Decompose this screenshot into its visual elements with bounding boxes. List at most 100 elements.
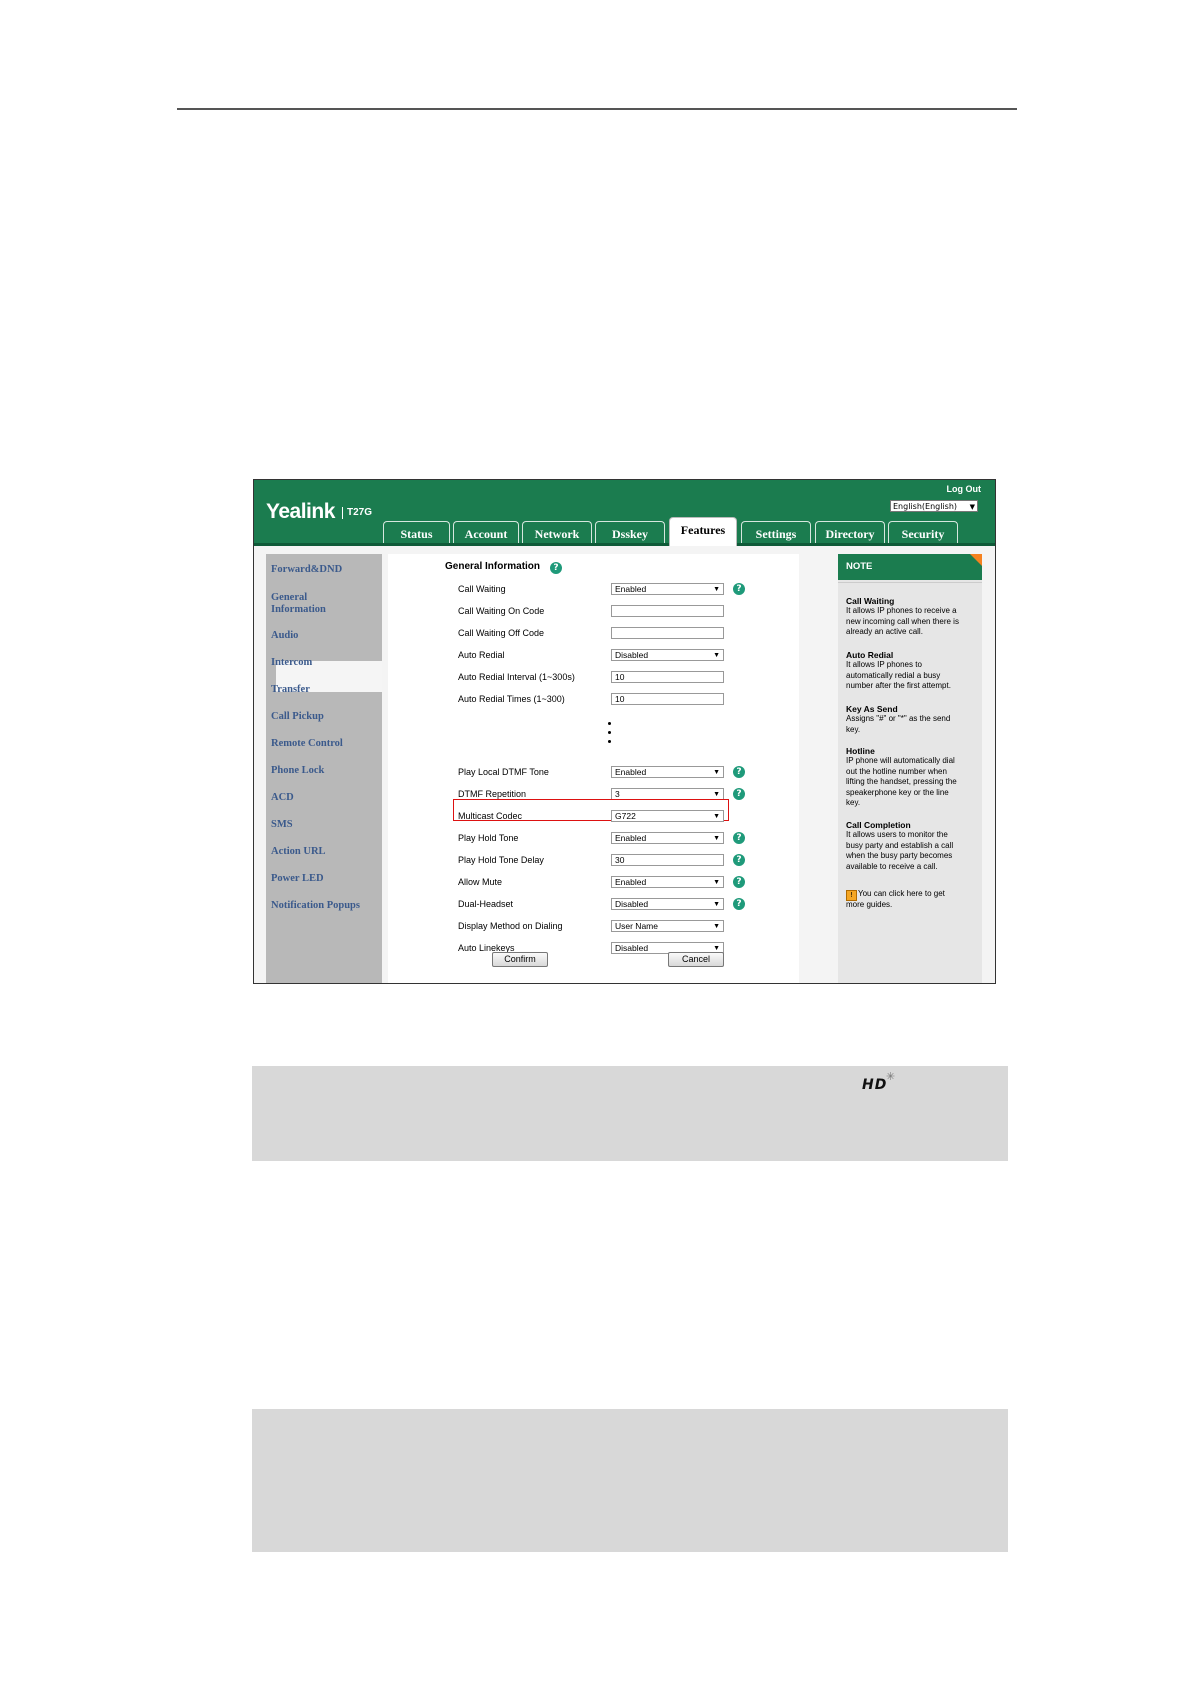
sidebar-item-phone-lock[interactable]: Phone Lock xyxy=(271,765,324,776)
help-icon[interactable]: ? xyxy=(733,583,745,595)
note-line: number after the first attempt. xyxy=(846,681,951,690)
label-display-method-on-dialing: Display Method on Dialing xyxy=(458,921,563,931)
select-auto-redial[interactable]: Disabled ▼ xyxy=(611,649,724,661)
sidebar-item-action-url[interactable]: Action URL xyxy=(271,846,326,857)
sidebar-item-audio[interactable]: Audio xyxy=(271,630,298,641)
ellipsis-dot xyxy=(608,722,611,725)
select-multicast-codec[interactable]: G722 ▼ xyxy=(611,810,724,822)
help-icon[interactable]: ? xyxy=(550,562,562,574)
ellipsis-dot xyxy=(608,731,611,734)
note-line: key. xyxy=(846,798,861,807)
label-call-waiting-on-code: Call Waiting On Code xyxy=(458,606,545,616)
hd-logo: HD xyxy=(862,1077,888,1093)
note-body-auto-redial: It allows IP phones to automatically red… xyxy=(846,660,976,692)
sidebar-item-remote-control[interactable]: Remote Control xyxy=(271,738,343,749)
label-dual-headset: Dual-Headset xyxy=(458,899,514,909)
label-auto-redial-interval: Auto Redial Interval (1~300s) xyxy=(458,672,575,682)
note-title-call-completion: Call Completion xyxy=(846,820,911,830)
note-title-call-waiting: Call Waiting xyxy=(846,596,895,606)
confirm-button[interactable]: Confirm xyxy=(492,952,548,967)
chevron-down-icon: ▼ xyxy=(713,769,720,776)
language-select[interactable]: English(English) ▼ xyxy=(890,500,978,512)
sidebar-item-acd[interactable]: ACD xyxy=(271,792,294,803)
select-play-hold-tone[interactable]: Enabled ▼ xyxy=(611,832,724,844)
note-line: when the busy party becomes xyxy=(846,851,953,860)
note-line: Assigns "#" or "*" as the send xyxy=(846,714,951,723)
sidebar-item-power-led[interactable]: Power LED xyxy=(271,873,324,884)
label-call-waiting: Call Waiting xyxy=(458,584,506,594)
input-call-waiting-off-code[interactable] xyxy=(611,627,724,639)
yealink-logo: Yealink xyxy=(266,500,335,523)
label-auto-redial-times: Auto Redial Times (1~300) xyxy=(458,694,565,704)
help-icon[interactable]: ? xyxy=(733,876,745,888)
tab-network[interactable]: Network xyxy=(522,521,592,543)
select-call-waiting[interactable]: Enabled ▼ xyxy=(611,583,724,595)
note-title-key-as-send: Key As Send xyxy=(846,704,898,714)
sidebar-item-label: Information xyxy=(271,604,326,615)
note-body-hotline: IP phone will automatically dial out the… xyxy=(846,756,976,809)
help-icon[interactable]: ? xyxy=(733,898,745,910)
tab-security[interactable]: Security xyxy=(888,521,958,543)
note-line: IP phone will automatically dial xyxy=(846,756,955,765)
sidebar-item-general-information[interactable]: General Information xyxy=(271,592,326,616)
note-body-key-as-send: Assigns "#" or "*" as the send key. xyxy=(846,714,976,735)
help-icon[interactable]: ? xyxy=(733,766,745,778)
tab-features[interactable]: Features xyxy=(669,517,737,546)
chevron-down-icon: ▼ xyxy=(713,652,720,659)
tab-settings[interactable]: Settings xyxy=(741,521,811,543)
input-play-hold-tone-delay[interactable]: 30 xyxy=(611,854,724,866)
input-call-waiting-on-code[interactable] xyxy=(611,605,724,617)
page-header-rule xyxy=(177,108,1017,110)
note-corner-fold xyxy=(970,554,982,566)
tab-status[interactable]: Status xyxy=(383,521,450,543)
note-line: available to receive a call. xyxy=(846,861,938,871)
cancel-button[interactable]: Cancel xyxy=(668,952,724,967)
select-play-local-dtmf-tone[interactable]: Enabled ▼ xyxy=(611,766,724,778)
tab-directory[interactable]: Directory xyxy=(815,521,885,543)
chevron-down-icon: ▼ xyxy=(713,813,720,820)
sidebar-item-call-pickup[interactable]: Call Pickup xyxy=(271,711,324,722)
note-title-auto-redial: Auto Redial xyxy=(846,650,894,660)
select-value: G722 xyxy=(615,811,636,821)
label-call-waiting-off-code: Call Waiting Off Code xyxy=(458,628,545,638)
select-display-method-on-dialing[interactable]: User Name ▼ xyxy=(611,920,724,932)
select-value: Enabled xyxy=(615,584,647,594)
select-value: Enabled xyxy=(615,877,647,887)
note-line: out the hotline number when xyxy=(846,766,947,776)
sidebar-item-notification-popups[interactable]: Notification Popups xyxy=(271,900,360,911)
chevron-down-icon: ▼ xyxy=(713,923,720,930)
select-value: Disabled xyxy=(615,650,649,660)
note-line: You can click here to get xyxy=(858,889,945,898)
note-line: busy party and establish a call xyxy=(846,840,954,850)
label-auto-redial: Auto Redial xyxy=(458,650,505,660)
label-play-local-dtmf-tone: Play Local DTMF Tone xyxy=(458,767,549,777)
select-value: User Name xyxy=(615,921,658,931)
label-play-hold-tone-delay: Play Hold Tone Delay xyxy=(458,855,544,865)
sidebar-item-intercom[interactable]: Intercom xyxy=(271,657,312,668)
ellipsis-dot xyxy=(608,740,611,743)
note-guide-link[interactable]: You can click here to get xyxy=(858,889,978,900)
select-value: Enabled xyxy=(615,767,647,777)
sidebar-item-forward-dnd[interactable]: Forward&DND xyxy=(271,564,342,575)
chevron-down-icon: ▼ xyxy=(713,835,720,842)
help-icon[interactable]: ? xyxy=(733,788,745,800)
logout-link[interactable]: Log Out xyxy=(947,484,982,494)
sidebar-item-transfer[interactable]: Transfer xyxy=(271,684,310,695)
note-guide-link-cont[interactable]: more guides. xyxy=(846,900,976,911)
input-auto-redial-interval[interactable]: 10 xyxy=(611,671,724,683)
note-body-call-waiting: It allows IP phones to receive a new inc… xyxy=(846,606,976,638)
note-line: key. xyxy=(846,724,861,734)
select-dual-headset[interactable]: Disabled ▼ xyxy=(611,898,724,910)
help-icon[interactable]: ? xyxy=(733,854,745,866)
select-value: Disabled xyxy=(615,899,649,909)
label-dtmf-repetition: DTMF Repetition xyxy=(458,789,527,799)
input-auto-redial-times[interactable]: 10 xyxy=(611,693,724,705)
model-label: T27G xyxy=(342,507,372,519)
tab-account[interactable]: Account xyxy=(453,521,519,543)
sidebar-item-sms[interactable]: SMS xyxy=(271,819,293,830)
select-allow-mute[interactable]: Enabled ▼ xyxy=(611,876,724,888)
label-play-hold-tone: Play Hold Tone xyxy=(458,833,519,843)
note-line: It allows IP phones to receive a xyxy=(846,606,957,615)
tab-dsskey[interactable]: Dsskey xyxy=(595,521,665,543)
help-icon[interactable]: ? xyxy=(733,832,745,844)
